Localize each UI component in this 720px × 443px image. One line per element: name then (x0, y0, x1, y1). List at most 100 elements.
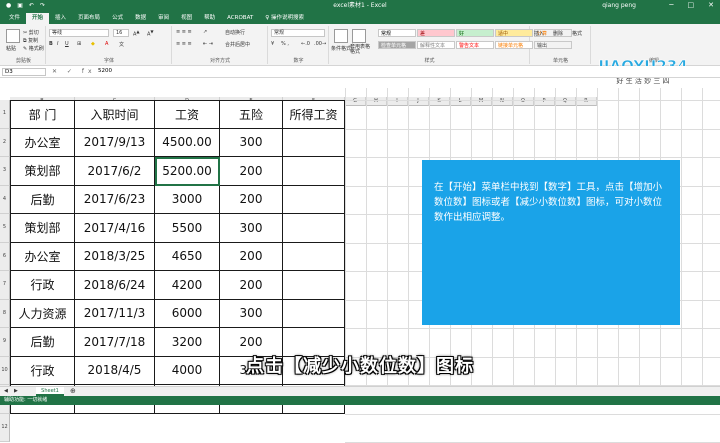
bold-icon[interactable]: B (49, 41, 53, 47)
column-header-L[interactable]: L (450, 97, 471, 106)
font-grow-icon[interactable]: A▲ (133, 29, 140, 38)
table-cell[interactable]: 5500 (155, 214, 220, 243)
user-name[interactable]: qiang peng (602, 0, 636, 11)
tab-6[interactable]: 审阅 (152, 13, 175, 24)
row-header-7[interactable]: 7 (0, 271, 10, 300)
table-cell[interactable]: 策划部 (10, 214, 75, 243)
column-header-H[interactable]: H (366, 97, 387, 106)
table-cell[interactable]: 2018/6/24 (75, 271, 155, 300)
table-cell[interactable]: 2017/9/13 (75, 128, 155, 157)
row-header-1[interactable]: 1 (0, 100, 10, 129)
font-name-select[interactable]: 等线 (49, 29, 109, 37)
table-cell[interactable]: 4650 (155, 242, 220, 271)
font-shrink-icon[interactable]: A▼ (147, 29, 154, 38)
conditional-format-button[interactable]: 条件格式 (331, 45, 351, 52)
insert-cells-button[interactable]: 插入 (534, 30, 544, 37)
paste-icon[interactable] (6, 29, 20, 43)
table-cell[interactable]: 策划部 (10, 157, 75, 186)
currency-icon[interactable]: ¥ (271, 41, 274, 47)
format-cells-button[interactable]: 格式 (572, 30, 582, 37)
close-button[interactable]: ✕ (708, 0, 714, 11)
delete-cells-button[interactable]: 删除 (553, 30, 563, 37)
cell-style-1[interactable]: 差 (417, 29, 455, 37)
table-cell[interactable]: 4500.00 (155, 128, 220, 157)
cut-button[interactable]: ✂ 剪切 (23, 29, 39, 36)
cell-style-8[interactable]: 链接单元格 (495, 41, 533, 49)
table-cell[interactable]: 200 (220, 271, 283, 300)
table-cell[interactable]: 行政 (10, 271, 75, 300)
conditional-format-icon[interactable] (334, 29, 348, 43)
increase-decimal-icon[interactable]: ←.0 (301, 41, 310, 47)
column-header-N[interactable]: N (492, 97, 513, 106)
cell-style-5[interactable]: 检查单元格 (378, 41, 416, 49)
maximize-button[interactable]: □ (688, 0, 695, 11)
column-header-G[interactable]: G (345, 97, 366, 106)
number-format-select[interactable]: 常规 (271, 29, 325, 37)
column-header-P[interactable]: P (534, 97, 555, 106)
column-header-K[interactable]: K (429, 97, 450, 106)
align-left-icon[interactable]: ≡ ≡ ≡ (176, 41, 192, 47)
format-painter-button[interactable]: ✎ 格式刷 (23, 45, 44, 52)
formula-fx-icons[interactable]: ✕ ✓ fx (52, 68, 96, 75)
row-header-8[interactable]: 8 (0, 299, 10, 328)
indent-icon[interactable]: ⇤ ⇥ (203, 41, 213, 47)
decrease-decimal-icon[interactable]: .00→ (314, 41, 326, 47)
table-cell[interactable]: 2018/3/25 (75, 242, 155, 271)
column-header-I[interactable]: I (387, 97, 408, 106)
sheet-nav-next-icon[interactable]: ▶ (14, 388, 18, 394)
row-header-12[interactable]: 12 (0, 413, 10, 442)
add-sheet-icon[interactable]: ⊕ (70, 387, 76, 395)
table-header-cell[interactable]: 工资 (155, 100, 220, 129)
wrap-text-button[interactable]: 自动换行 (225, 29, 245, 36)
table-header-cell[interactable]: 入职时间 (75, 100, 155, 129)
column-header-J[interactable]: J (408, 97, 429, 106)
table-cell[interactable] (283, 271, 345, 300)
tab-4[interactable]: 公式 (106, 13, 129, 24)
phonetic-icon[interactable]: 文 (119, 41, 124, 48)
table-format-button[interactable]: 套用表格格式 (350, 45, 372, 55)
table-header-cell[interactable]: 部 门 (10, 100, 75, 129)
column-header-M[interactable]: M (471, 97, 492, 106)
table-cell[interactable] (283, 185, 345, 214)
underline-icon[interactable]: U (65, 41, 69, 47)
table-cell[interactable]: 2017/11/3 (75, 299, 155, 328)
table-cell[interactable] (283, 157, 345, 186)
table-cell[interactable]: 3000 (155, 185, 220, 214)
tab-3[interactable]: 页面布局 (72, 13, 106, 24)
table-cell[interactable]: 300 (220, 214, 283, 243)
table-format-icon[interactable] (352, 29, 366, 43)
table-cell[interactable]: 2017/6/2 (75, 157, 155, 186)
row-header-4[interactable]: 4 (0, 185, 10, 214)
tab-0[interactable]: 文件 (3, 13, 26, 24)
table-cell[interactable]: 4200 (155, 271, 220, 300)
table-cell[interactable] (283, 299, 345, 328)
paste-button[interactable]: 粘贴 (6, 45, 16, 52)
tab-9[interactable]: ACROBAT (221, 13, 259, 24)
table-cell[interactable] (283, 128, 345, 157)
cell-style-2[interactable]: 好 (456, 29, 494, 37)
table-cell[interactable] (283, 242, 345, 271)
tab-10[interactable]: ♀ 操作说明搜索 (259, 13, 310, 24)
percent-button[interactable]: % , (281, 41, 289, 47)
cell-style-3[interactable]: 适中 (495, 29, 533, 37)
table-cell[interactable] (283, 214, 345, 243)
minimize-button[interactable]: ─ (669, 0, 673, 11)
table-cell[interactable]: 5200.00 (155, 157, 220, 186)
row-header-2[interactable]: 2 (0, 128, 10, 157)
tab-7[interactable]: 视图 (175, 13, 198, 24)
table-cell[interactable]: 2017/6/23 (75, 185, 155, 214)
font-size-select[interactable]: 16 (113, 29, 129, 37)
cell-style-6[interactable]: 解释性文本 (417, 41, 455, 49)
orientation-icon[interactable]: ↗ (203, 29, 207, 35)
tab-1[interactable]: 开始 (26, 13, 50, 24)
table-header-cell[interactable]: 五险 (220, 100, 283, 129)
name-box[interactable]: D3 (2, 68, 46, 76)
cell-style-7[interactable]: 警告文本 (456, 41, 494, 49)
sheet-tab-sheet1[interactable]: Sheet1 (36, 387, 64, 396)
table-cell[interactable]: 办公室 (10, 128, 75, 157)
table-cell[interactable]: 办公室 (10, 242, 75, 271)
table-cell[interactable]: 6000 (155, 299, 220, 328)
column-header-O[interactable]: O (513, 97, 534, 106)
table-cell[interactable]: 后勤 (10, 185, 75, 214)
row-header-5[interactable]: 5 (0, 214, 10, 243)
